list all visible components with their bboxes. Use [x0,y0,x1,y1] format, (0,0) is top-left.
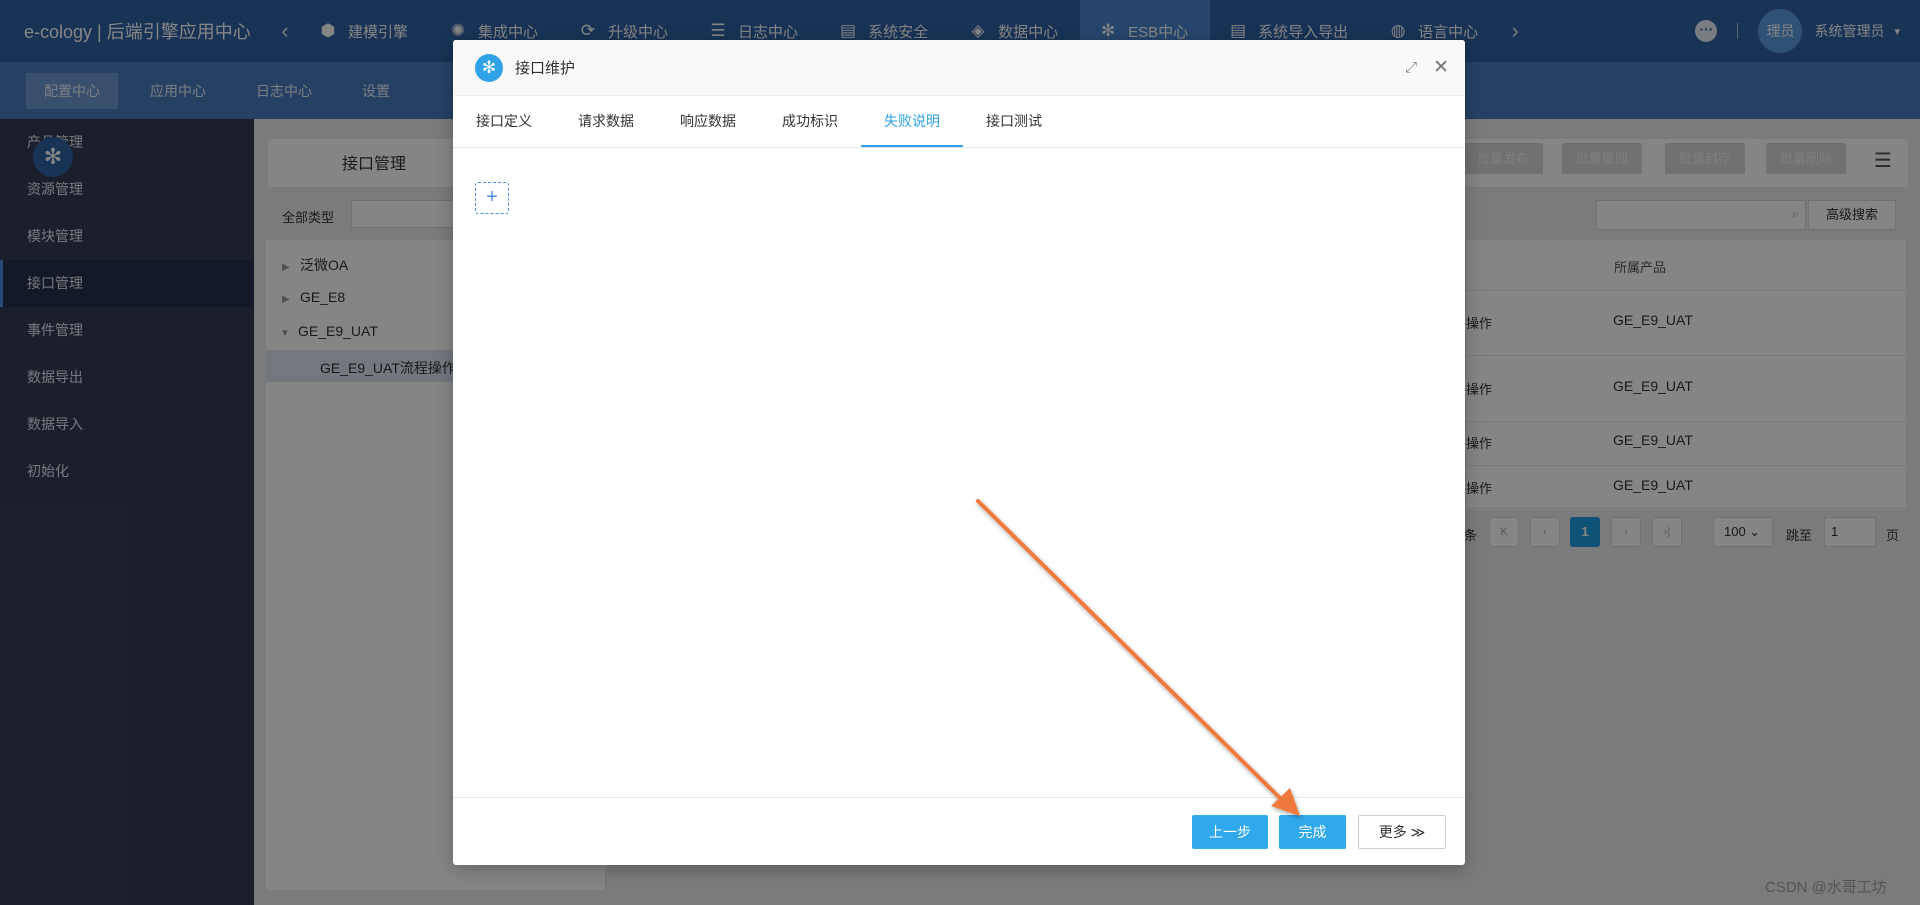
dialog-footer: 上一步 完成 更多 ≫ [453,797,1465,865]
previous-step-button[interactable]: 上一步 [1192,815,1268,849]
maximize-icon[interactable]: ⤢ [1405,59,1417,76]
dialog-tab[interactable]: 成功标识 [759,96,861,147]
dialog-tab[interactable]: 请求数据 [555,96,657,147]
dialog-tab[interactable]: 接口测试 [963,96,1065,147]
dialog-tabs: 接口定义 请求数据 响应数据 成功标识 失败说明 接口测试 [453,96,1465,148]
interface-maintenance-dialog: ✻ 接口维护 ⤢ ✕ 接口定义 请求数据 响应数据 成功标识 失败说明 接口测试 + 上一… [453,40,1465,865]
dialog-title: 接口维护 [515,60,576,77]
more-button[interactable]: 更多 ≫ [1358,815,1446,849]
dialog-header: ✻ 接口维护 ⤢ ✕ [453,40,1465,96]
dialog-tab[interactable]: 响应数据 [657,96,759,147]
close-icon[interactable]: ✕ [1433,56,1449,79]
watermark: CSDN @水哥工坊 [1765,879,1887,896]
dialog-tab[interactable]: 接口定义 [453,96,555,147]
add-row-button[interactable]: + [475,182,509,214]
finish-button[interactable]: 完成 [1279,815,1346,849]
dialog-tools: ⤢ ✕ [1405,56,1465,79]
dialog-tab[interactable]: 失败说明 [861,96,963,147]
dialog-logo-icon: ✻ [475,53,503,82]
